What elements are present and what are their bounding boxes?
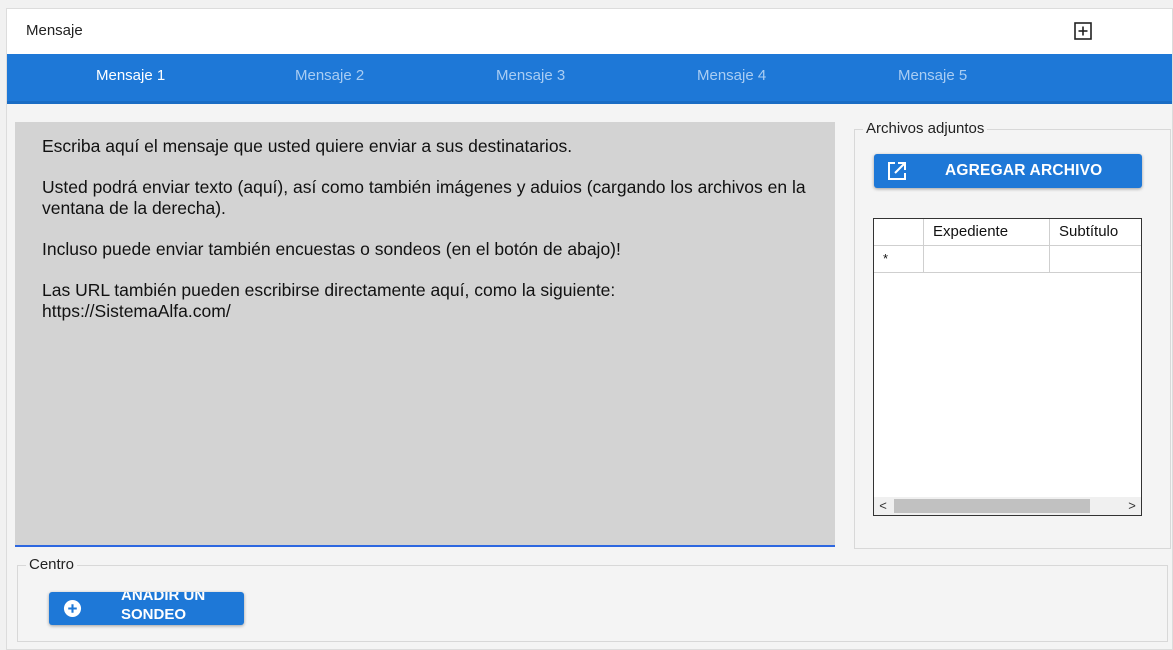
editor-paragraph: Usted podrá enviar texto (aquí), así com… <box>42 177 806 218</box>
table-row[interactable]: * <box>874 246 1141 273</box>
editor-paragraph: Las URL también pueden escribirse direct… <box>42 280 616 321</box>
grid-cell[interactable] <box>1050 246 1141 272</box>
panel-title: Mensaje <box>26 22 83 39</box>
centro-group: Centro AÑADIR UN SONDEO <box>17 556 1168 642</box>
plus-circle-icon <box>63 599 82 618</box>
message-panel: Mensaje Mensaje 1 Mensaje 2 Mensaje 3 Me… <box>6 8 1173 650</box>
panel-header: Mensaje <box>7 9 1172 55</box>
tab-mensaje-2[interactable]: Mensaje 2 <box>295 67 364 84</box>
grid-cell[interactable] <box>924 246 1050 272</box>
new-row-marker: * <box>874 246 924 272</box>
external-link-icon <box>888 162 906 180</box>
attachments-legend: Archivos adjuntos <box>863 120 988 138</box>
scroll-thumb[interactable] <box>894 499 1090 513</box>
add-file-label: AGREGAR ARCHIVO <box>945 162 1103 179</box>
plus-square-icon[interactable] <box>1074 22 1092 40</box>
add-survey-label: AÑADIR UN SONDEO <box>121 592 206 623</box>
grid-header-row: Expediente Subtítulo <box>874 219 1141 246</box>
scroll-right-arrow[interactable]: > <box>1123 497 1141 515</box>
editor-paragraph: Incluso puede enviar también encuestas o… <box>42 239 621 259</box>
tab-mensaje-3[interactable]: Mensaje 3 <box>496 67 565 84</box>
attachments-grid[interactable]: Expediente Subtítulo * < > <box>873 218 1142 516</box>
grid-header-subtitulo[interactable]: Subtítulo <box>1050 219 1141 245</box>
tab-mensaje-4[interactable]: Mensaje 4 <box>697 67 766 84</box>
tab-mensaje-5[interactable]: Mensaje 5 <box>898 67 967 84</box>
scroll-left-arrow[interactable]: < <box>874 497 892 515</box>
centro-legend: Centro <box>26 556 78 574</box>
message-tabs: Mensaje 1 Mensaje 2 Mensaje 3 Mensaje 4 … <box>7 54 1172 104</box>
grid-header-expediente[interactable]: Expediente <box>924 219 1050 245</box>
add-survey-button[interactable]: AÑADIR UN SONDEO <box>49 592 244 625</box>
message-editor[interactable]: Escriba aquí el mensaje que usted quiere… <box>15 122 835 547</box>
horizontal-scrollbar[interactable]: < > <box>874 497 1141 515</box>
attachments-group: Archivos adjuntos AGREGAR ARCHIVO Expedi… <box>854 120 1171 549</box>
tab-mensaje-1[interactable]: Mensaje 1 <box>96 67 165 84</box>
editor-paragraph: Escriba aquí el mensaje que usted quiere… <box>42 136 573 156</box>
grid-header-cell <box>874 219 924 245</box>
add-file-button[interactable]: AGREGAR ARCHIVO <box>874 154 1142 188</box>
